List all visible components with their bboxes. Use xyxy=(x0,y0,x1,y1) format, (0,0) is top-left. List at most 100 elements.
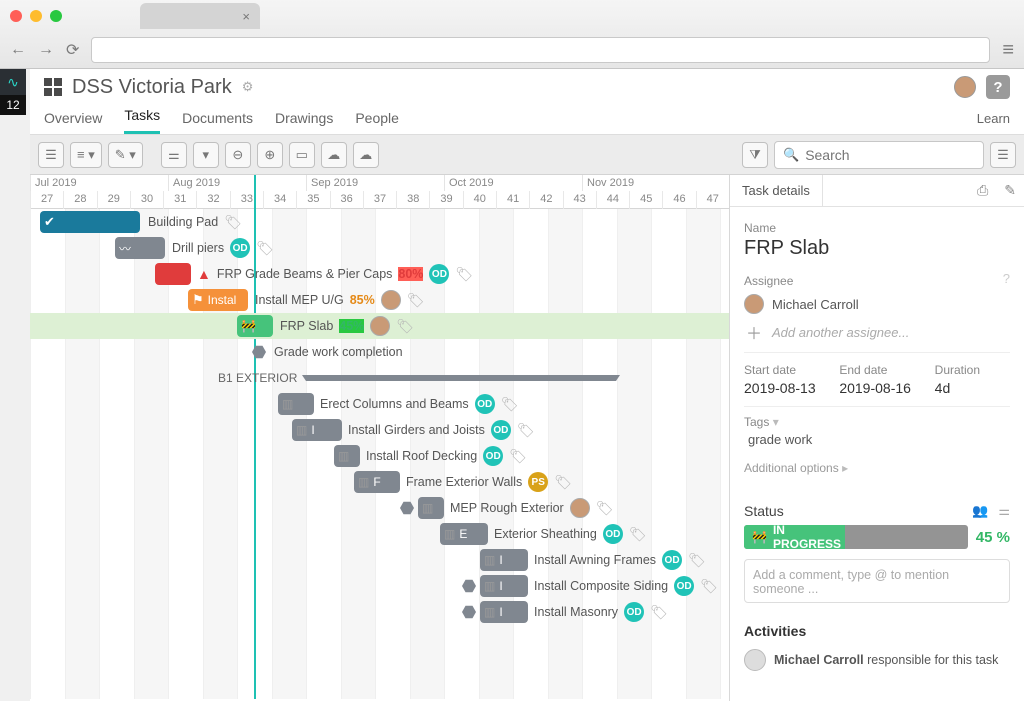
cloud-upload-icon[interactable]: ☁ xyxy=(353,142,379,168)
duration-field[interactable]: Duration 4d xyxy=(935,363,1010,396)
hamburger-icon[interactable]: ≡ xyxy=(1002,39,1014,62)
details-tab[interactable]: Task details xyxy=(730,175,823,206)
edit-dropdown-icon[interactable]: ✎ ▾ xyxy=(108,142,143,168)
cloud-download-icon[interactable]: ☁ xyxy=(321,142,347,168)
tag-icon[interactable]: 🏷 xyxy=(554,474,572,491)
calendar-icon: ▥ xyxy=(484,579,495,593)
task-bar[interactable]: ▥I xyxy=(480,601,528,623)
task-name[interactable]: FRP Slab xyxy=(744,237,1010,260)
additional-options[interactable]: Additional options ▸ xyxy=(744,455,1010,489)
reload-icon[interactable]: ⟳ xyxy=(66,40,79,60)
address-bar[interactable] xyxy=(91,37,990,63)
task-row-install-mep-ug[interactable]: ⚑InstalInstall MEP U/G 85% 🏷 xyxy=(30,287,729,313)
task-bar[interactable]: 〰 xyxy=(115,237,165,259)
gantt-panel[interactable]: Jul 2019Aug 2019Sep 2019Oct 2019Nov 2019… xyxy=(30,175,729,701)
task-row-building-pad[interactable]: ✔Building Pad 🏷 xyxy=(30,209,729,235)
tag-icon[interactable]: 🏷 xyxy=(509,448,527,465)
tag-icon[interactable]: 🏷 xyxy=(596,500,614,517)
gear-icon[interactable]: ⚙ xyxy=(242,79,254,95)
tag-icon[interactable]: 🏷 xyxy=(700,578,718,595)
task-bar[interactable]: ▥E xyxy=(440,523,488,545)
back-icon[interactable]: ← xyxy=(10,41,26,59)
help-assignee-icon[interactable]: ? xyxy=(1003,271,1010,286)
task-row-mep-rough-exterior[interactable]: ▥MEP Rough Exterior 🏷 xyxy=(30,495,729,521)
today-icon[interactable]: ▭ xyxy=(289,142,315,168)
task-row-b1-exterior[interactable]: B1 EXTERIOR ▼ xyxy=(30,365,729,391)
help-icon[interactable]: ? xyxy=(986,75,1010,99)
search-box[interactable]: 🔍 xyxy=(774,141,984,169)
task-row-install-roof-decking[interactable]: ▥Install Roof Decking OD 🏷 xyxy=(30,443,729,469)
tag-icon[interactable]: 🏷 xyxy=(688,552,706,569)
tab-tasks[interactable]: Tasks xyxy=(124,107,160,134)
task-row-frp-slab[interactable]: 🚧FRP Slab 45% 🏷 xyxy=(30,313,729,339)
task-row-drill-piers[interactable]: 〰Drill piers OD 🏷 xyxy=(30,235,729,261)
window-zoom-dot[interactable] xyxy=(50,10,62,22)
toggle-left-panel-icon[interactable]: ☰ xyxy=(38,142,64,168)
search-input[interactable] xyxy=(805,147,965,163)
task-row-exterior-sheathing[interactable]: ▥EExterior Sheathing OD 🏷 xyxy=(30,521,729,547)
tags-row[interactable]: Tags ▾ grade work xyxy=(744,406,1010,455)
forward-icon[interactable]: → xyxy=(38,41,54,59)
task-bar[interactable]: ▥ xyxy=(418,497,444,519)
tab-overview[interactable]: Overview xyxy=(44,110,102,134)
task-row-frame-exterior-walls[interactable]: ▥FFrame Exterior Walls PS 🏷 xyxy=(30,469,729,495)
window-minimize-dot[interactable] xyxy=(30,10,42,22)
tag-icon[interactable]: 🏷 xyxy=(517,422,535,439)
zoom-out-icon[interactable]: ⊖ xyxy=(225,142,251,168)
end-date-field[interactable]: End date 2019-08-16 xyxy=(839,363,914,396)
task-bar[interactable]: ⚑Instal xyxy=(188,289,248,311)
project-title[interactable]: DSS Victoria Park xyxy=(72,76,232,99)
print-icon[interactable]: ⎙ xyxy=(969,182,996,199)
task-bar[interactable]: ▥ xyxy=(278,393,314,415)
tag-icon[interactable]: 🏷 xyxy=(256,240,274,257)
start-date-field[interactable]: Start date 2019-08-13 xyxy=(744,363,819,396)
assignee-row[interactable]: Michael Carroll xyxy=(744,294,1010,314)
task-row-grade-work-completion[interactable]: Grade work completion xyxy=(30,339,729,365)
task-row-install-girders[interactable]: ▥IInstall Girders and Joists OD 🏷 xyxy=(30,417,729,443)
close-tab-icon[interactable]: × xyxy=(242,9,250,24)
sliders-icon[interactable]: ⚌ xyxy=(161,142,187,168)
comment-input[interactable]: Add a comment, type @ to mention someone… xyxy=(744,559,1010,603)
activity-sidebar[interactable]: ∿ 12 xyxy=(0,69,26,115)
status-settings-icon[interactable]: ⚌ xyxy=(998,503,1010,519)
tab-drawings[interactable]: Drawings xyxy=(275,110,333,134)
group-dropdown-icon[interactable]: ≡ ▾ xyxy=(70,142,102,168)
tag-icon[interactable]: 🏷 xyxy=(407,292,425,309)
filter-icon[interactable]: ▾ xyxy=(193,142,219,168)
browser-tab[interactable]: × xyxy=(140,3,260,29)
tag-icon[interactable]: 🏷 xyxy=(396,318,414,335)
tab-documents[interactable]: Documents xyxy=(182,110,253,134)
edit-pencil-icon[interactable]: ✎ xyxy=(996,182,1024,199)
tag-icon[interactable]: 🏷 xyxy=(629,526,647,543)
project-grid-icon[interactable] xyxy=(44,78,62,96)
task-row-install-awning[interactable]: ▥IInstall Awning Frames OD 🏷 xyxy=(30,547,729,573)
status-users-icon[interactable]: 👥 xyxy=(972,503,988,519)
add-assignee-button[interactable]: ＋ Add another assignee... xyxy=(744,320,1010,344)
task-bar[interactable]: ▥ xyxy=(334,445,360,467)
tag-icon[interactable]: 🏷 xyxy=(224,214,242,231)
window-close-dot[interactable] xyxy=(10,10,22,22)
zoom-in-icon[interactable]: ⊕ xyxy=(257,142,283,168)
tag-icon[interactable]: 🏷 xyxy=(650,604,668,621)
filter-funnel-icon[interactable]: ⧩ xyxy=(742,142,768,168)
task-bar[interactable]: ▥I xyxy=(480,549,528,571)
task-bar[interactable]: ▥F xyxy=(354,471,400,493)
task-row-erect-columns[interactable]: ▥Erect Columns and Beams OD 🏷 xyxy=(30,391,729,417)
status-progress[interactable]: 🚧 IN PROGRESS 45 % xyxy=(744,525,1010,549)
task-row-frp-grade-beams[interactable]: ▲FRP Grade Beams & Pier Caps 80% OD 🏷 xyxy=(30,261,729,287)
user-avatar[interactable] xyxy=(954,76,976,98)
learn-link[interactable]: Learn xyxy=(977,111,1010,134)
task-bar[interactable]: ✔ xyxy=(40,211,140,233)
gantt-body[interactable]: ✔Building Pad 🏷〰Drill piers OD 🏷▲FRP Gra… xyxy=(30,209,729,699)
toggle-right-panel-icon[interactable]: ☰ xyxy=(990,142,1016,168)
tag-icon[interactable]: 🏷 xyxy=(455,266,473,283)
tab-people[interactable]: People xyxy=(355,110,399,134)
tag-icon[interactable]: 🏷 xyxy=(501,396,519,413)
task-bar[interactable]: 🚧 xyxy=(237,315,273,337)
task-bar[interactable]: ▥I xyxy=(480,575,528,597)
task-bar[interactable] xyxy=(155,263,191,285)
task-bar[interactable]: ▥I xyxy=(292,419,342,441)
milestone-hex-icon[interactable] xyxy=(252,345,266,359)
task-row-install-composite[interactable]: ▥IInstall Composite Siding OD 🏷 xyxy=(30,573,729,599)
task-row-install-masonry[interactable]: ▥IInstall Masonry OD 🏷 xyxy=(30,599,729,625)
